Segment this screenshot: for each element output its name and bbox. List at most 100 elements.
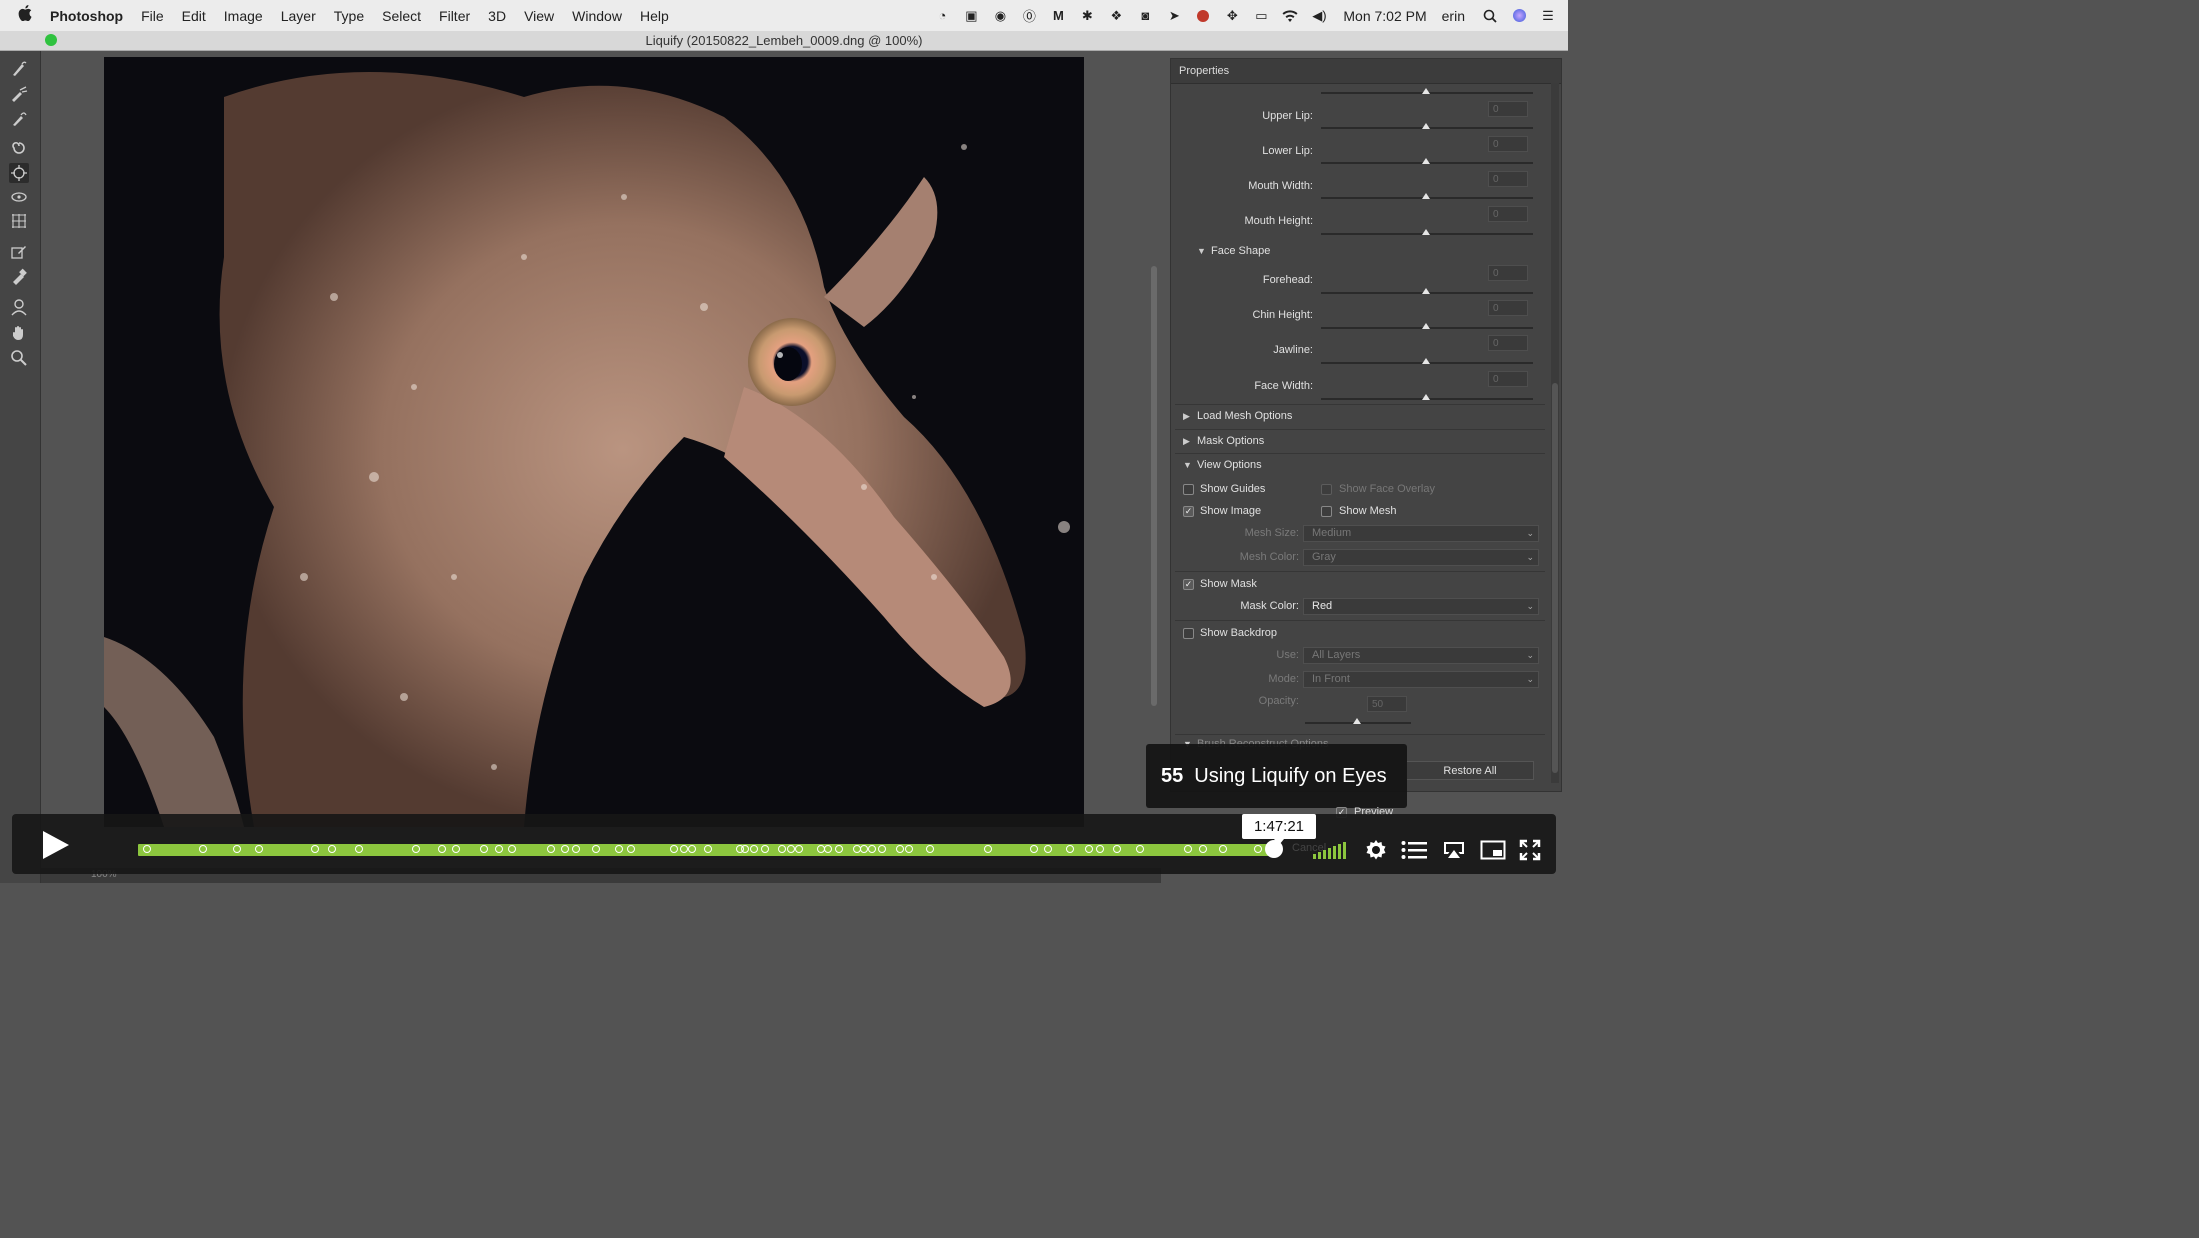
load-mesh-options-section[interactable]: ▶ Load Mesh Options xyxy=(1183,410,1292,422)
menubar-user[interactable]: erin xyxy=(1442,8,1465,24)
dropbox-icon[interactable]: ❖ xyxy=(1107,8,1125,23)
show-mask-checkbox[interactable]: ✓ xyxy=(1183,579,1194,590)
menu-layer[interactable]: Layer xyxy=(281,8,316,24)
menu-select[interactable]: Select xyxy=(382,8,421,24)
progress-bar[interactable] xyxy=(138,844,1278,856)
chapter-marker[interactable] xyxy=(495,845,503,853)
chapter-marker[interactable] xyxy=(1085,845,1093,853)
record-icon[interactable] xyxy=(1194,9,1212,23)
twirl-clockwise-tool-icon[interactable] xyxy=(9,138,29,158)
chapter-marker[interactable] xyxy=(984,845,992,853)
zoom-tool-icon[interactable] xyxy=(9,348,29,368)
chapter-marker[interactable] xyxy=(761,845,769,853)
menu-photoshop[interactable]: Photoshop xyxy=(50,8,123,24)
zoom-window-button[interactable] xyxy=(45,34,57,46)
onepassword-icon[interactable]: ⓪ xyxy=(1020,9,1038,24)
chapter-marker[interactable] xyxy=(905,845,913,853)
slider-thumb[interactable] xyxy=(1422,88,1430,94)
mouth-height-thumb[interactable] xyxy=(1422,229,1430,235)
use-dropdown[interactable]: All Layers ⌄ xyxy=(1303,647,1539,664)
mesh-size-dropdown[interactable]: Medium ⌄ xyxy=(1303,525,1539,542)
mouth-width-value[interactable]: 0 xyxy=(1488,171,1528,187)
move-icon[interactable]: ✥ xyxy=(1223,8,1241,23)
chapter-marker[interactable] xyxy=(311,845,319,853)
bluetooth-like-icon[interactable]: ✱ xyxy=(1078,8,1096,23)
canvas-area[interactable] xyxy=(41,51,1161,883)
chapter-marker[interactable] xyxy=(438,845,446,853)
pucker-tool-icon[interactable] xyxy=(9,163,29,183)
canvas-scrollbar[interactable] xyxy=(1151,266,1157,706)
upper-lip-thumb[interactable] xyxy=(1422,123,1430,129)
airplay-icon[interactable]: ▭ xyxy=(1252,8,1270,23)
jawline-thumb[interactable] xyxy=(1422,358,1430,364)
mask-options-section[interactable]: ▶ Mask Options xyxy=(1183,435,1264,447)
push-left-tool-icon[interactable] xyxy=(9,211,29,231)
chapter-marker[interactable] xyxy=(824,845,832,853)
chapter-marker[interactable] xyxy=(592,845,600,853)
smooth-tool-icon[interactable] xyxy=(9,109,29,129)
settings-gear-icon[interactable] xyxy=(1362,838,1390,862)
lower-lip-value[interactable]: 0 xyxy=(1488,136,1528,152)
creative-cloud-icon[interactable]: ◉ xyxy=(991,8,1009,23)
mode-dropdown[interactable]: In Front ⌄ xyxy=(1303,671,1539,688)
properties-scrollbar[interactable] xyxy=(1551,83,1559,783)
menu-image[interactable]: Image xyxy=(224,8,263,24)
menu-window[interactable]: Window xyxy=(572,8,622,24)
chapter-marker[interactable] xyxy=(860,845,868,853)
chapter-marker[interactable] xyxy=(328,845,336,853)
siri-icon[interactable] xyxy=(1510,9,1528,23)
face-width-value[interactable]: 0 xyxy=(1488,371,1528,387)
show-face-overlay-checkbox[interactable] xyxy=(1321,484,1332,495)
chapter-marker[interactable] xyxy=(572,845,580,853)
chapter-marker[interactable] xyxy=(741,845,749,853)
chapter-marker[interactable] xyxy=(868,845,876,853)
bloat-tool-icon[interactable] xyxy=(9,187,29,207)
freeze-mask-tool-icon[interactable] xyxy=(9,242,29,262)
chapter-marker[interactable] xyxy=(1219,845,1227,853)
menu-edit[interactable]: Edit xyxy=(182,8,206,24)
wifi-icon[interactable] xyxy=(1281,9,1299,23)
chapter-marker[interactable] xyxy=(688,845,696,853)
mesh-color-dropdown[interactable]: Gray ⌄ xyxy=(1303,549,1539,566)
menubar-clock[interactable]: Mon 7:02 PM xyxy=(1343,8,1426,24)
opacity-value[interactable]: 50 xyxy=(1367,696,1407,712)
chapter-marker[interactable] xyxy=(143,845,151,853)
monitor-icon[interactable]: ▣ xyxy=(962,8,980,23)
chapter-marker[interactable] xyxy=(750,845,758,853)
chapter-marker[interactable] xyxy=(1184,845,1192,853)
chapter-marker[interactable] xyxy=(1136,845,1144,853)
chapter-marker[interactable] xyxy=(547,845,555,853)
chapter-marker[interactable] xyxy=(508,845,516,853)
forehead-thumb[interactable] xyxy=(1422,288,1430,294)
menu-help[interactable]: Help xyxy=(640,8,669,24)
play-button[interactable] xyxy=(36,828,76,862)
show-image-checkbox[interactable]: ✓ xyxy=(1183,506,1194,517)
view-options-section[interactable]: ▼ View Options xyxy=(1183,459,1262,471)
apple-menu-icon[interactable] xyxy=(18,5,36,26)
chapter-marker[interactable] xyxy=(355,845,363,853)
opacity-thumb[interactable] xyxy=(1353,718,1361,724)
mouth-height-value[interactable]: 0 xyxy=(1488,206,1528,222)
chapter-marker[interactable] xyxy=(778,845,786,853)
picture-in-picture-icon[interactable] xyxy=(1479,838,1507,862)
chin-height-value[interactable]: 0 xyxy=(1488,300,1528,316)
chapter-marker[interactable] xyxy=(926,845,934,853)
app-icon[interactable]: ◙ xyxy=(1136,8,1154,23)
chapter-marker[interactable] xyxy=(627,845,635,853)
fullscreen-icon[interactable] xyxy=(1516,838,1544,862)
forward-warp-tool-icon[interactable] xyxy=(9,59,29,79)
chapter-marker[interactable] xyxy=(1113,845,1121,853)
notification-center-icon[interactable]: ☰ xyxy=(1539,8,1557,23)
chin-height-thumb[interactable] xyxy=(1422,323,1430,329)
spotlight-search-icon[interactable] xyxy=(1481,9,1499,23)
chapter-marker[interactable] xyxy=(199,845,207,853)
menu-file[interactable]: File xyxy=(141,8,164,24)
lower-lip-thumb[interactable] xyxy=(1422,158,1430,164)
chapter-marker[interactable] xyxy=(1044,845,1052,853)
thaw-mask-tool-icon[interactable] xyxy=(9,267,29,287)
airplay-icon[interactable] xyxy=(1440,838,1468,862)
chapter-marker[interactable] xyxy=(1030,845,1038,853)
arrow-app-icon[interactable]: ➤ xyxy=(1165,8,1183,23)
mask-color-dropdown[interactable]: Red ⌄ xyxy=(1303,598,1539,615)
chapter-marker[interactable] xyxy=(1066,845,1074,853)
